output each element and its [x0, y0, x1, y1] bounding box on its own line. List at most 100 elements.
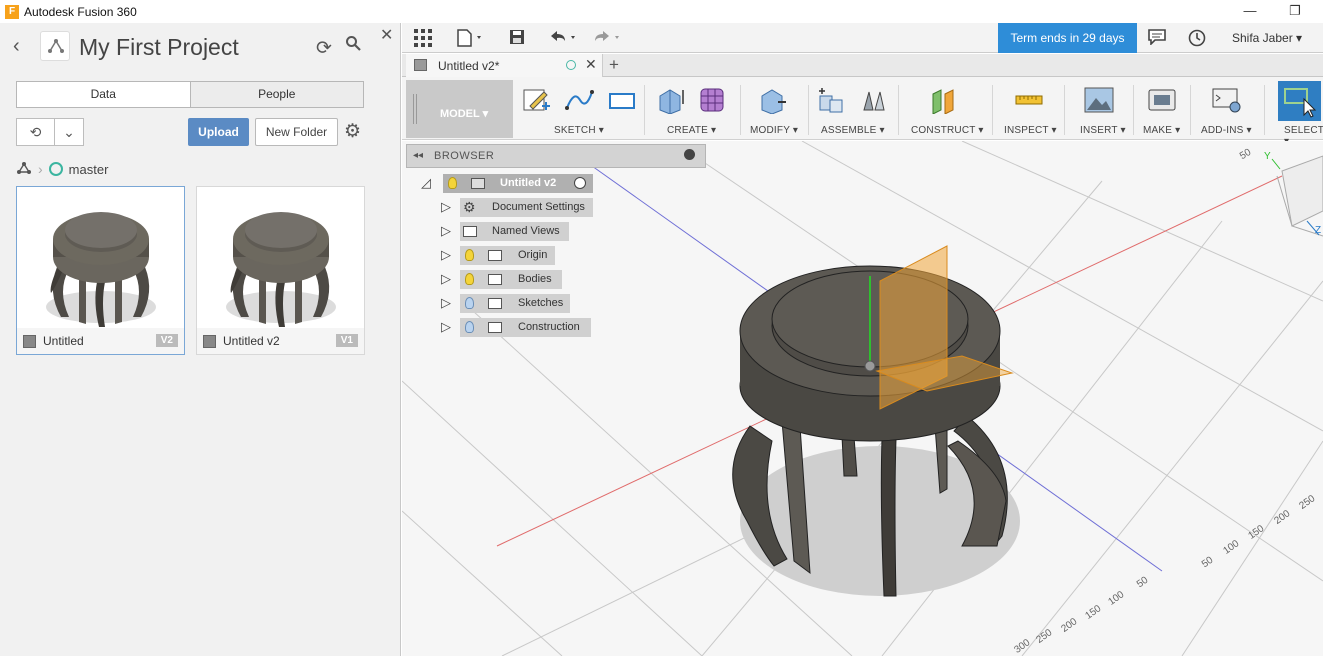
browser-root-node[interactable]: Untitled v2 [443, 174, 593, 193]
form-icon[interactable] [698, 86, 728, 114]
extrude-icon[interactable] [656, 86, 686, 115]
expand-arrow-icon[interactable]: ▷ [441, 223, 451, 239]
3d-print-icon[interactable] [1147, 86, 1177, 114]
offset-plane-icon[interactable] [929, 86, 959, 115]
make-menu[interactable]: MAKE ▾ [1143, 125, 1180, 136]
origin-point [864, 360, 876, 372]
term-badge[interactable]: Term ends in 29 days [998, 23, 1137, 53]
insert-menu[interactable]: INSERT ▾ [1080, 125, 1126, 136]
create-sketch-icon[interactable] [522, 86, 552, 114]
browser-node-label: Construction [518, 321, 580, 333]
divider [644, 85, 645, 135]
sketch-menu[interactable]: SKETCH ▾ [554, 125, 604, 136]
addins-menu[interactable]: ADD-INS ▾ [1201, 125, 1252, 136]
close-panel-icon[interactable]: ✕ [380, 25, 393, 45]
history-icon[interactable]: ⟲ [17, 119, 55, 145]
expand-arrow-icon[interactable]: ▷ [441, 271, 451, 287]
chevron-right-icon: › [38, 161, 43, 177]
browser-node-construction[interactable]: Construction [460, 318, 591, 337]
modify-menu[interactable]: MODIFY ▾ [750, 125, 798, 136]
gear-icon[interactable]: ⚙ [344, 120, 361, 143]
document-tab[interactable]: Untitled v2* ✕ [406, 54, 603, 77]
undo-icon[interactable] [548, 29, 580, 50]
expand-arrow-icon[interactable]: ▷ [441, 247, 451, 263]
save-icon[interactable] [509, 29, 525, 50]
project-icon [40, 31, 70, 61]
visibility-bulb-icon[interactable] [465, 249, 474, 261]
workspace-switcher[interactable]: MODEL ▾ [406, 80, 513, 138]
file-card[interactable]: Untitled v2 V1 [196, 186, 365, 355]
branch-name[interactable]: master [69, 162, 109, 177]
new-folder-button[interactable]: New Folder [255, 118, 338, 146]
back-arrow-icon[interactable]: ‹ [13, 35, 20, 58]
hub-icon[interactable] [16, 161, 32, 178]
visibility-bulb-icon[interactable] [465, 297, 474, 309]
press-pull-icon[interactable] [758, 86, 788, 115]
user-menu[interactable]: Shifa Jaber ▾ [1232, 31, 1302, 45]
spline-icon[interactable] [564, 86, 594, 114]
branch-icon [48, 162, 63, 176]
upload-button[interactable]: Upload [188, 118, 249, 146]
assemble-menu-label: ASSEMBLE [821, 125, 877, 136]
inspect-menu[interactable]: INSPECT ▾ [1004, 125, 1057, 136]
minimize-icon[interactable]: — [1240, 2, 1260, 20]
expand-arrow-icon[interactable]: ▷ [441, 295, 451, 311]
addins-menu-label: ADD-INS [1201, 125, 1244, 136]
data-panel: ‹ My First Project ⟳ ✕ Data People ⟲ ⌄ U… [0, 23, 401, 656]
construct-menu[interactable]: CONSTRUCT ▾ [911, 125, 984, 136]
collapse-arrow-icon[interactable]: ◿ [421, 175, 431, 191]
insert-image-icon[interactable] [1084, 86, 1114, 114]
joint-icon[interactable] [859, 86, 889, 114]
divider [740, 85, 741, 135]
visibility-bulb-icon[interactable] [465, 321, 474, 333]
create-menu-label: CREATE [667, 125, 709, 136]
expand-arrow-icon[interactable]: ▷ [441, 199, 451, 215]
folder-icon [488, 322, 502, 333]
refresh-icon[interactable]: ⟳ [316, 37, 332, 60]
create-menu[interactable]: CREATE ▾ [667, 125, 716, 136]
window-title: Autodesk Fusion 360 [24, 4, 137, 19]
scripts-addins-icon[interactable] [1212, 86, 1242, 114]
restore-icon[interactable]: ❐ [1285, 2, 1305, 20]
search-icon[interactable] [345, 35, 361, 56]
3d-viewport[interactable]: Y Z 50 50 100 150 200 250 50 100 150 200… [402, 141, 1323, 656]
cube-icon [23, 335, 36, 348]
file-menu-icon[interactable] [457, 29, 485, 52]
browser-node-bodies[interactable]: Bodies [460, 270, 562, 289]
select-tool[interactable] [1278, 81, 1321, 121]
browser-node-origin[interactable]: Origin [460, 246, 555, 265]
tab-data[interactable]: Data [17, 82, 190, 107]
redo-icon[interactable] [592, 29, 624, 50]
visibility-bulb-icon[interactable] [465, 273, 474, 285]
chevron-down-icon[interactable]: ⌄ [55, 119, 83, 145]
tab-people[interactable]: People [189, 82, 363, 107]
rectangle-icon[interactable] [607, 86, 637, 114]
document-tab-label: Untitled v2* [438, 59, 500, 73]
version-badge: V1 [335, 334, 358, 347]
close-tab-icon[interactable]: ✕ [585, 56, 597, 73]
new-tab-icon[interactable]: + [609, 55, 619, 75]
browser-node-label: Named Views [492, 225, 560, 237]
browser-node-named-views[interactable]: Named Views [460, 222, 569, 241]
divider [1064, 85, 1065, 135]
new-component-icon[interactable] [816, 86, 846, 114]
component-icon [471, 178, 485, 189]
browser-title: BROWSER [434, 150, 495, 162]
minimize-browser-icon[interactable] [684, 149, 695, 160]
chat-icon[interactable] [1148, 29, 1166, 50]
viewcube[interactable] [1271, 155, 1323, 237]
grid-menu-icon[interactable] [414, 29, 432, 52]
activate-component-icon[interactable] [574, 177, 586, 189]
assemble-menu[interactable]: ASSEMBLE ▾ [821, 125, 885, 136]
browser-node-sketches[interactable]: Sketches [460, 294, 570, 313]
expand-arrow-icon[interactable]: ▷ [441, 319, 451, 335]
clock-icon[interactable] [1188, 29, 1206, 52]
measure-icon[interactable] [1014, 86, 1044, 114]
make-menu-label: MAKE [1143, 125, 1173, 136]
visibility-bulb-icon[interactable] [448, 177, 457, 189]
project-title: My First Project [79, 34, 239, 60]
collapse-browser-icon[interactable]: ◂◂ [413, 150, 423, 161]
file-card[interactable]: Untitled V2 [16, 186, 185, 355]
file-name: Untitled v2 [223, 334, 280, 348]
browser-node-document-settings[interactable]: ⚙ Document Settings [460, 198, 593, 217]
